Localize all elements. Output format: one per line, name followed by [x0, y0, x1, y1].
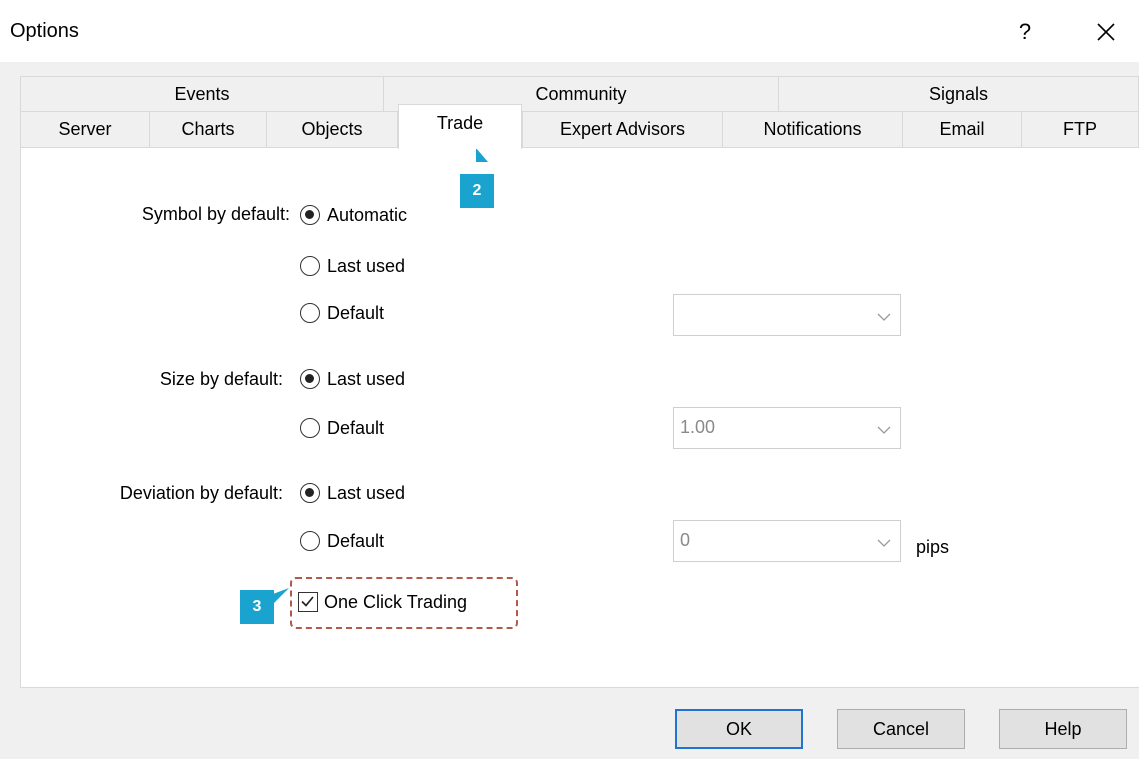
- trade-settings-panel: [20, 147, 1139, 688]
- options-dialog: Options ? Events Community Signals Serve…: [0, 0, 1139, 759]
- symbol-default-label: Symbol by default:: [141, 204, 290, 224]
- size-select-value: 1.00: [680, 417, 716, 437]
- tab-server[interactable]: Server: [20, 111, 150, 147]
- chevron-down-icon: [877, 539, 891, 547]
- symbol-select[interactable]: [673, 294, 901, 336]
- deviation-default-label: Deviation by default:: [119, 483, 283, 503]
- tab-charts[interactable]: Charts: [149, 111, 267, 147]
- close-button[interactable]: [1086, 12, 1126, 52]
- symbol-last-used-radio[interactable]: [300, 256, 320, 276]
- symbol-default-radio[interactable]: [300, 303, 320, 323]
- chevron-down-icon: [877, 426, 891, 434]
- chevron-down-icon: [877, 313, 891, 321]
- help-title-button[interactable]: ?: [1008, 14, 1042, 50]
- deviation-last-used-label[interactable]: Last used: [327, 483, 405, 504]
- deviation-select[interactable]: 0: [673, 520, 901, 562]
- tab-email[interactable]: Email: [902, 111, 1022, 147]
- symbol-automatic-radio[interactable]: [300, 205, 320, 225]
- size-last-used-radio[interactable]: [300, 369, 320, 389]
- callout-pointer: [273, 588, 289, 604]
- pips-unit-label: pips: [916, 537, 950, 557]
- tab-ftp[interactable]: FTP: [1021, 111, 1139, 147]
- checkmark-icon: [301, 596, 314, 607]
- cancel-button[interactable]: Cancel: [837, 709, 965, 749]
- deviation-select-value: 0: [680, 530, 691, 550]
- size-default-radio[interactable]: [300, 418, 320, 438]
- tab-signals[interactable]: Signals: [778, 76, 1139, 111]
- tab-notifications[interactable]: Notifications: [722, 111, 903, 147]
- deviation-default-radio[interactable]: [300, 531, 320, 551]
- size-default-label: Size by default:: [159, 369, 283, 389]
- symbol-last-used-label[interactable]: Last used: [327, 256, 405, 277]
- title-bar: Options ?: [0, 0, 1139, 62]
- size-last-used-label[interactable]: Last used: [327, 369, 405, 390]
- tab-objects[interactable]: Objects: [266, 111, 398, 147]
- symbol-default-option-label[interactable]: Default: [327, 303, 384, 324]
- dialog-title: Options: [10, 20, 79, 42]
- callout-badge-3: 3: [240, 590, 274, 624]
- callout-badge-2: 2: [460, 174, 494, 208]
- deviation-last-used-radio[interactable]: [300, 483, 320, 503]
- symbol-automatic-label[interactable]: Automatic: [327, 205, 407, 226]
- tab-expert-advisors[interactable]: Expert Advisors: [522, 111, 723, 147]
- size-default-option-label[interactable]: Default: [327, 418, 384, 439]
- one-click-label[interactable]: One Click Trading: [324, 592, 467, 613]
- size-select[interactable]: 1.00: [673, 407, 901, 449]
- ok-button[interactable]: OK: [675, 709, 803, 749]
- one-click-checkbox[interactable]: [298, 592, 318, 612]
- help-button[interactable]: Help: [999, 709, 1127, 749]
- tab-trade[interactable]: Trade: [398, 104, 522, 149]
- deviation-default-option-label[interactable]: Default: [327, 531, 384, 552]
- close-icon: [1097, 23, 1115, 41]
- callout-pointer: [476, 148, 488, 162]
- tab-events[interactable]: Events: [20, 76, 384, 111]
